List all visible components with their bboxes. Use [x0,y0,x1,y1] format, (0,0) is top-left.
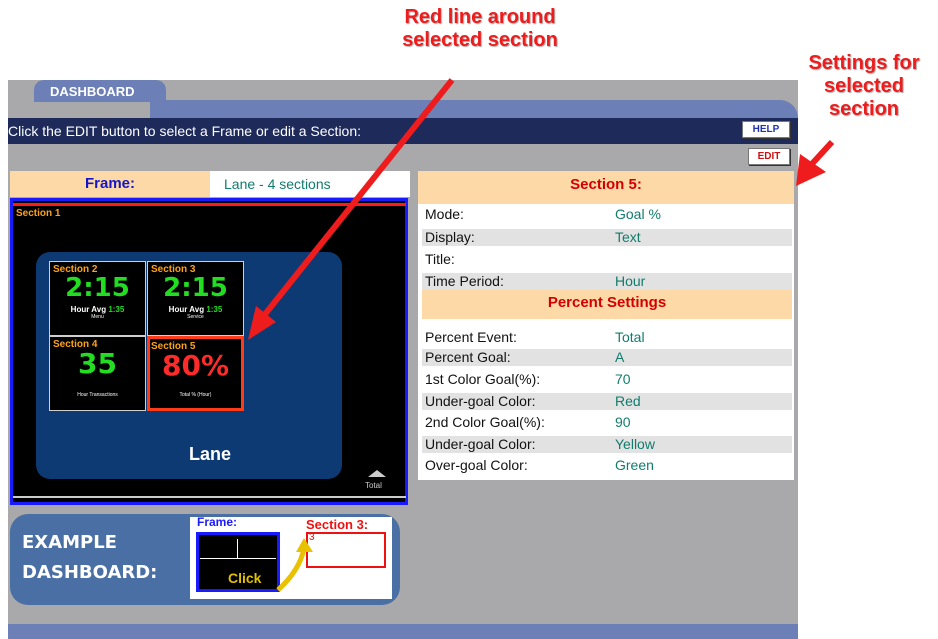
settings-title: Section 5: [418,171,794,204]
frame-label: Frame: [10,171,210,197]
red-line-annotation: Red line around selected section [402,6,558,51]
settings-annotation: Settings for selected section [808,52,920,120]
setting-label: Percent Event: [425,329,517,345]
setting-label: Display: [425,229,475,245]
setting-value: Total [615,329,645,345]
setting-label: 2nd Color Goal(%): [425,414,545,430]
section-2-cell[interactable]: Section 2 2:15 Hour Avg 1:35 Menu [49,261,146,336]
example-section-number: 3 [309,532,315,543]
settings-arrow-head [796,154,826,186]
bottom-band [8,624,798,639]
section-2-caption: Hour Avg 1:35 [70,305,125,314]
setting-value: Yellow [615,436,655,452]
setting-value: 70 [615,371,631,387]
settings-arrow-shaft [807,139,835,169]
section-3-cell[interactable]: Section 3 2:15 Hour Avg 1:35 Service [147,261,244,336]
setting-row-under-goal-color-2[interactable]: Under-goal Color: Yellow [422,436,792,453]
top-band [150,100,798,120]
setting-row-over-goal-color[interactable]: Over-goal Color: Green [422,457,792,474]
lane-label: Lane [188,444,231,464]
edit-button[interactable]: EDIT [748,148,790,165]
section-4-cell[interactable]: Section 4 35 Hour Transactions [49,336,146,411]
preview-divider [13,496,406,498]
example-frame-label: Frame: [197,515,238,529]
setting-row-title[interactable]: Title: [422,251,792,268]
setting-value: Goal % [615,206,661,222]
setting-row-mode[interactable]: Mode: Goal % [422,206,792,223]
setting-row-display[interactable]: Display: Text [422,229,792,246]
setting-row-second-color-goal[interactable]: 2nd Color Goal(%): 90 [422,414,792,431]
section-3-sub: Service [187,314,204,320]
setting-row-percent-event[interactable]: Percent Event: Total [422,329,792,346]
example-section-box [306,532,386,568]
setting-row-time-period[interactable]: Time Period: Hour [422,273,792,290]
section-3-caption: Hour Avg 1:35 [168,305,223,314]
section-1-label[interactable]: Section 1 [16,208,60,219]
setting-label: Under-goal Color: [425,436,536,452]
setting-value: Red [615,393,641,409]
section-4-value: 35 [78,347,117,380]
selected-section-outline [13,203,406,206]
instruction-text: Click the EDIT button to select a Frame … [8,123,362,139]
tab-dashboard[interactable]: DASHBOARD [34,80,166,102]
example-click-label: Click [228,570,262,586]
frame-value: Lane - 4 sections [210,171,410,197]
total-label: Total [365,481,382,490]
setting-value: A [615,349,625,365]
help-button[interactable]: HELP [742,121,790,138]
percent-settings-heading: Percent Settings [422,290,792,319]
setting-value: Text [615,229,641,245]
example-section-label: Section 3: [306,517,369,532]
setting-value: Green [615,457,654,473]
section-5-cell[interactable]: Section 5 80% Total % (Hour) [147,336,244,411]
section-4-sub: Hour Transactions [77,392,118,398]
section-2-sub: Menu [91,314,104,320]
setting-value: 90 [615,414,631,430]
setting-row-first-color-goal[interactable]: 1st Color Goal(%): 70 [422,371,792,388]
setting-label: Percent Goal: [425,349,511,365]
setting-row-percent-goal[interactable]: Percent Goal: A [422,349,792,366]
example-frame-divider-v [237,539,238,558]
setting-label: Over-goal Color: [425,457,528,473]
example-text: EXAMPLE DASHBOARD: [22,532,158,583]
section-5-sub: Total % (Hour) [179,392,212,398]
setting-row-under-goal-color-1[interactable]: Under-goal Color: Red [422,393,792,410]
setting-label: Mode: [425,206,464,222]
section-3-value: 2:15 [163,273,228,303]
setting-label: Time Period: [425,273,504,289]
example-frame-divider-h [200,558,276,559]
section-5-value: 80% [161,349,230,382]
setting-value: Hour [615,273,646,289]
setting-label: Title: [425,251,455,267]
setting-label: Under-goal Color: [425,393,536,409]
up-arrow-icon [368,470,386,477]
section-2-value: 2:15 [65,273,130,303]
setting-label: 1st Color Goal(%): [425,371,541,387]
